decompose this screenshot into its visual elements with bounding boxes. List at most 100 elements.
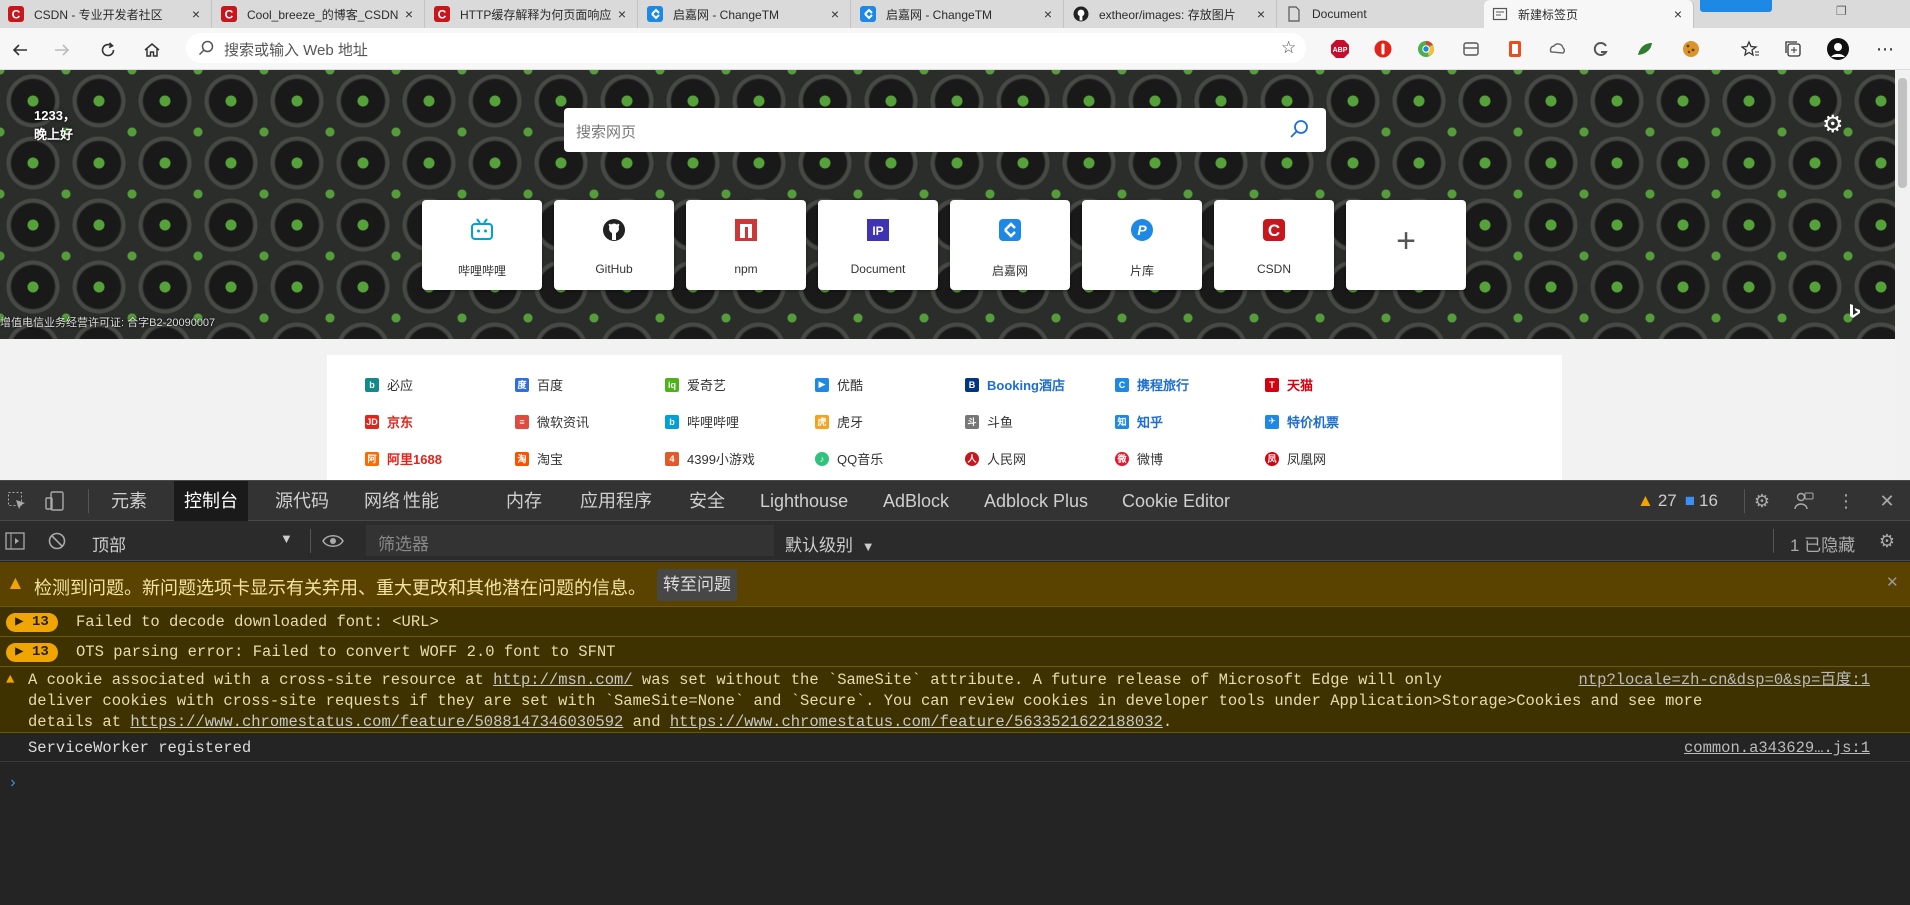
link-item[interactable]: 斗斗鱼 bbox=[965, 412, 1013, 431]
devtools-tab[interactable]: Lighthouse bbox=[750, 481, 858, 521]
message-source-link[interactable]: common.a343629….js:1 bbox=[1684, 739, 1870, 757]
collections-add-icon[interactable] bbox=[1782, 38, 1804, 60]
devtools-tab[interactable]: 安全 bbox=[679, 481, 735, 521]
close-tab-icon[interactable]: × bbox=[615, 6, 629, 22]
browser-tab[interactable]: C CSDN - 专业开发者社区 × bbox=[0, 0, 212, 28]
devtools-tab[interactable]: 性能 bbox=[393, 481, 449, 521]
link-item[interactable]: 淘淘宝 bbox=[515, 449, 563, 468]
office-icon[interactable] bbox=[1504, 38, 1526, 60]
adblock-plus-icon[interactable]: ABP bbox=[1329, 38, 1351, 60]
msn-link[interactable]: http://msn.com/ bbox=[493, 671, 633, 689]
close-tab-icon[interactable]: × bbox=[828, 6, 842, 22]
close-devtools-icon[interactable]: ✕ bbox=[1876, 490, 1898, 512]
web-search-box[interactable]: 搜索网页 bbox=[564, 108, 1326, 152]
link-item[interactable]: 4 4399小游戏 bbox=[665, 449, 755, 468]
devtools-tab[interactable]: Adblock Plus bbox=[974, 481, 1098, 521]
sidebar-toggle-icon[interactable] bbox=[4, 530, 26, 552]
issue-counters[interactable]: ▲ 27 ■ 16 bbox=[1637, 491, 1718, 511]
cookie-editor-icon[interactable] bbox=[1680, 38, 1702, 60]
profile-avatar[interactable] bbox=[1827, 38, 1849, 60]
context-select[interactable]: 顶部 ▼ bbox=[92, 531, 293, 556]
devtools-tab[interactable]: 元素 bbox=[101, 481, 157, 521]
link-item[interactable]: 知知乎 bbox=[1115, 412, 1163, 431]
devtools-tab[interactable]: 源代码 bbox=[265, 481, 339, 521]
close-tab-icon[interactable]: × bbox=[1671, 6, 1685, 22]
favorite-star-icon[interactable]: ☆ bbox=[1281, 38, 1296, 58]
quicklink-tile[interactable]: npm bbox=[686, 200, 806, 290]
quicklink-tile[interactable]: 启嘉网 bbox=[950, 200, 1070, 290]
link-item[interactable]: 微微博 bbox=[1115, 449, 1163, 468]
console-message-log[interactable]: ServiceWorker registered common.a343629…… bbox=[0, 734, 1910, 762]
link-item[interactable]: T 天猫 bbox=[1265, 375, 1313, 394]
page-settings-icon[interactable]: ⚙ bbox=[1822, 110, 1844, 139]
link-item[interactable]: b 哔哩哔哩 bbox=[665, 412, 739, 431]
page-scrollbar[interactable] bbox=[1895, 70, 1910, 480]
quicklink-tile[interactable]: IP Document bbox=[818, 200, 938, 290]
browser-tab[interactable]: C HTTP缓存解释为何页面响应 × bbox=[426, 0, 638, 28]
home-button[interactable] bbox=[138, 36, 166, 64]
browser-tab[interactable]: C Cool_breeze_的博客_CSDN × bbox=[213, 0, 425, 28]
go-to-issues-button[interactable]: 转至问题 bbox=[657, 569, 737, 601]
inspect-element-icon[interactable] bbox=[6, 490, 28, 512]
browser-tab[interactable]: 启嘉网 - ChangeTM × bbox=[852, 0, 1064, 28]
close-tab-icon[interactable]: × bbox=[189, 6, 203, 22]
close-tab-icon[interactable]: × bbox=[1254, 6, 1268, 22]
account-badge[interactable] bbox=[1700, 0, 1772, 12]
console-message-warning[interactable]: ▶ 13 Failed to decode downloaded font: <… bbox=[0, 607, 1910, 637]
quicklink-tile[interactable]: C CSDN bbox=[1214, 200, 1334, 290]
link-item[interactable]: 度百度 bbox=[515, 375, 563, 394]
message-source-link[interactable]: ntp?locale=zh-cn&dsp=0&sp=百度:1 bbox=[1579, 670, 1870, 691]
clear-console-icon[interactable] bbox=[46, 530, 68, 552]
grammar-extension-icon[interactable] bbox=[1590, 38, 1612, 60]
feedback-icon[interactable] bbox=[1793, 490, 1815, 512]
search-icon[interactable] bbox=[1288, 119, 1310, 146]
browser-tab[interactable]: Document bbox=[1278, 0, 1490, 28]
log-level-select[interactable]: 默认级别 ▼ bbox=[785, 531, 875, 556]
console-settings-gear-icon[interactable]: ⚙ bbox=[1876, 530, 1898, 552]
adblock-icon[interactable] bbox=[1372, 38, 1394, 60]
live-expression-eye-icon[interactable] bbox=[322, 530, 344, 552]
devtools-tab[interactable]: 内存 bbox=[496, 481, 552, 521]
forward-button[interactable] bbox=[48, 36, 76, 64]
leaf-extension-icon[interactable] bbox=[1634, 38, 1656, 60]
link-item[interactable]: 人人民网 bbox=[965, 449, 1026, 468]
more-options-icon[interactable]: ⋮ bbox=[1835, 490, 1857, 512]
link-item[interactable]: B Booking酒店 bbox=[965, 375, 1065, 394]
console-message-warning[interactable]: ▲ A cookie associated with a cross-site … bbox=[0, 667, 1910, 733]
link-item[interactable]: ≡ 微软资讯 bbox=[515, 412, 589, 431]
more-menu-icon[interactable]: ⋯ bbox=[1874, 38, 1896, 60]
close-tab-icon[interactable]: × bbox=[1041, 6, 1055, 22]
link-item[interactable]: C 携程旅行 bbox=[1115, 375, 1189, 394]
quicklink-tile[interactable]: GitHub bbox=[554, 200, 674, 290]
close-tab-icon[interactable]: × bbox=[402, 6, 416, 22]
link-item[interactable]: 虎虎牙 bbox=[815, 412, 863, 431]
browser-tab[interactable]: extheor/images: 存放图片 × bbox=[1065, 0, 1277, 28]
quicklink-tile[interactable]: 哔哩哔哩 bbox=[422, 200, 542, 290]
chrome-extension-icon[interactable] bbox=[1415, 38, 1437, 60]
favorites-icon[interactable] bbox=[1739, 38, 1761, 60]
devtools-tab[interactable]: 应用程序 bbox=[570, 481, 662, 521]
console-message-warning[interactable]: ▶ 13 OTS parsing error: Failed to conver… bbox=[0, 637, 1910, 667]
browser-tab-active[interactable]: 新建标签页 × bbox=[1484, 0, 1694, 28]
link-item[interactable]: ✈ 特价机票 bbox=[1265, 412, 1339, 431]
close-banner-icon[interactable]: ✕ bbox=[1886, 573, 1899, 591]
devtools-tab-console[interactable]: 控制台 bbox=[174, 481, 248, 521]
link-item[interactable]: ▶ 优酷 bbox=[815, 375, 863, 394]
devtools-tab[interactable]: AdBlock bbox=[873, 481, 959, 521]
link-item[interactable]: JD 京东 bbox=[365, 412, 413, 431]
settings-gear-icon[interactable]: ⚙ bbox=[1751, 490, 1773, 512]
add-quicklink-tile[interactable]: + bbox=[1346, 200, 1466, 290]
quicklink-tile[interactable]: P 片库 bbox=[1082, 200, 1202, 290]
icp-license-text[interactable]: 增值电信业务经营许可证: 合字B2-20090007 bbox=[0, 314, 215, 330]
link-item[interactable]: 凤凤凰网 bbox=[1265, 449, 1326, 468]
link-item[interactable]: b 必应 bbox=[365, 375, 413, 394]
device-toolbar-icon[interactable] bbox=[44, 490, 66, 512]
bing-logo-icon[interactable] bbox=[1848, 303, 1862, 326]
refresh-button[interactable] bbox=[94, 36, 122, 64]
back-button[interactable] bbox=[6, 36, 34, 64]
chromestatus-link[interactable]: https://www.chromestatus.com/feature/563… bbox=[670, 713, 1163, 731]
collections-icon[interactable] bbox=[1460, 38, 1482, 60]
console-prompt[interactable]: › bbox=[8, 774, 18, 792]
devtools-tab[interactable]: Cookie Editor bbox=[1112, 481, 1240, 521]
link-item[interactable]: iq 爱奇艺 bbox=[665, 375, 726, 394]
